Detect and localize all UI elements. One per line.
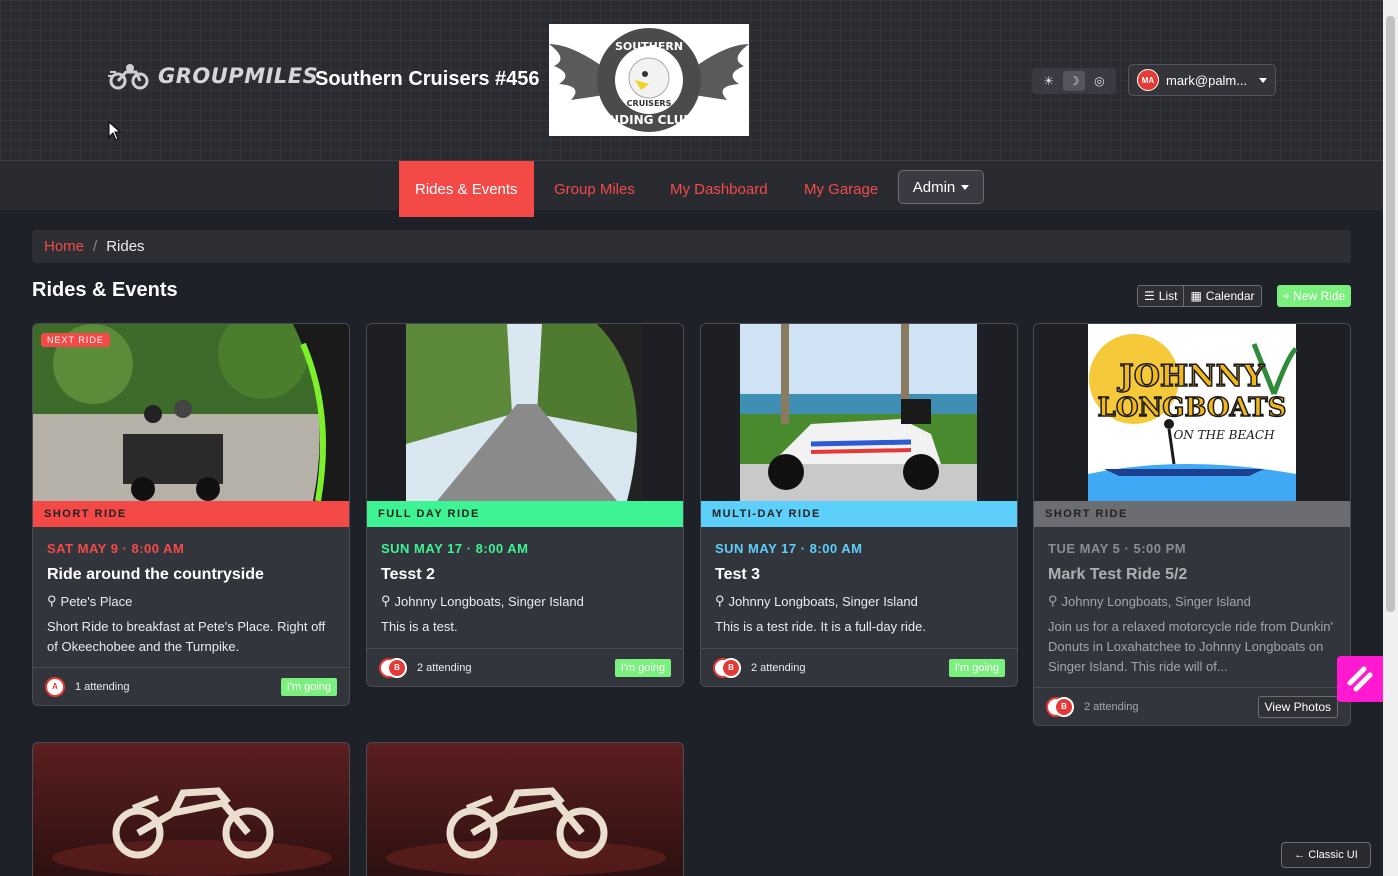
ride-date: SUN MAY 17 · 8:00 AM <box>715 541 863 556</box>
svg-text:CRUISERS: CRUISERS <box>627 99 672 108</box>
breadcrumb-current: Rides <box>106 238 145 255</box>
groupmiles-logo[interactable]: GROUPMILES <box>108 62 318 90</box>
attendee-avatar: B <box>721 657 741 678</box>
ride-date: SAT MAY 9 · 8:00 AM <box>47 541 185 556</box>
chat-widget-icon <box>1347 666 1373 692</box>
admin-dropdown[interactable]: Admin <box>898 170 984 204</box>
classic-ui-button[interactable]: ← Classic UI <box>1281 842 1371 868</box>
nav-my-dashboard[interactable]: My Dashboard <box>670 161 768 217</box>
motorcycle-placeholder-icon <box>386 787 666 876</box>
scrollbar[interactable] <box>1383 0 1398 876</box>
ride-card-placeholder[interactable] <box>366 742 684 876</box>
ride-card[interactable]: FULL DAY RIDE SUN MAY 17 · 8:00 AM Tesst… <box>366 323 684 687</box>
nav-rides-events[interactable]: Rides & Events <box>399 161 534 217</box>
view-switcher: ☰ List ▦ Calendar <box>1137 285 1262 307</box>
scrollbar-thumb[interactable] <box>1386 16 1395 612</box>
ride-title[interactable]: Test 3 <box>715 566 1003 584</box>
ride-date: SUN MAY 17 · 8:00 AM <box>381 541 529 556</box>
ride-card[interactable]: JOHNNY LONGBOATS ON THE BEACH SHORT RIDE… <box>1033 323 1351 726</box>
im-going-button[interactable]: I'm going <box>614 658 671 677</box>
user-email: mark@palm... <box>1166 72 1248 88</box>
ride-photo <box>701 324 1017 501</box>
ride-type-strip: MULTI-DAY RIDE <box>701 501 1017 527</box>
ride-type-strip: SHORT RIDE <box>33 501 349 527</box>
breadcrumb-home[interactable]: Home <box>44 238 84 255</box>
ride-location: Pete's Place <box>60 593 133 609</box>
admin-label: Admin <box>912 178 956 196</box>
breadcrumb: Home / Rides <box>32 230 1351 263</box>
calendar-view-label: Calendar <box>1205 289 1255 303</box>
ride-card-placeholder[interactable] <box>32 742 350 876</box>
ride-card[interactable]: MULTI-DAY RIDE SUN MAY 17 · 8:00 AM Test… <box>700 323 1018 687</box>
map-pin-icon: ⚲ <box>381 593 391 608</box>
theme-switcher[interactable]: ☀ ☽ ◎ <box>1032 68 1116 94</box>
ride-title[interactable]: Ride around the countryside <box>47 566 335 584</box>
attendee-avatar: B <box>387 657 407 678</box>
ride-title[interactable]: Tesst 2 <box>381 566 669 584</box>
attending-count: 1 attending <box>75 680 130 693</box>
list-view-button[interactable]: ☰ List <box>1138 286 1184 306</box>
ride-title[interactable]: Mark Test Ride 5/2 <box>1048 566 1336 584</box>
svg-text:RIDING CLUB: RIDING CLUB <box>605 113 692 127</box>
auto-icon[interactable]: ◎ <box>1088 71 1110 91</box>
map-pin-icon: ⚲ <box>47 593 57 608</box>
attending-count: 2 attending <box>1084 700 1139 713</box>
nav-my-garage[interactable]: My Garage <box>804 161 878 217</box>
club-name: Southern Cruisers #456 <box>315 68 540 90</box>
motorcycle-logo-icon <box>108 64 149 90</box>
brand-name: GROUPMILES <box>158 64 319 88</box>
moon-icon[interactable]: ☽ <box>1062 71 1085 91</box>
site-header: GROUPMILES Southern Cruisers #456 SOUTHE… <box>0 0 1383 160</box>
ride-location: Johnny Longboats, Singer Island <box>394 593 584 609</box>
ride-type-strip: FULL DAY RIDE <box>367 501 683 527</box>
map-pin-icon: ⚲ <box>715 593 725 608</box>
ride-card[interactable]: NEXT RIDE SHORT RIDE SAT MAY 9 · 8:00 AM… <box>32 323 350 706</box>
logo-text-line1: JOHNNY <box>1117 359 1266 394</box>
mouse-cursor-icon <box>108 121 122 141</box>
logo-text-line2: LONGBOATS <box>1098 393 1287 423</box>
club-logo: SOUTHERN RIDING CLUB CRUISERS <box>549 24 749 136</box>
ride-description: This is a test. <box>381 619 458 634</box>
attending-count: 2 attending <box>417 661 472 674</box>
im-going-button[interactable]: I'm going <box>280 677 337 696</box>
nav-group-miles[interactable]: Group Miles <box>554 161 635 217</box>
ride-photo: JOHNNY LONGBOATS ON THE BEACH <box>1034 324 1350 501</box>
ride-type-strip: SHORT RIDE <box>1034 501 1350 527</box>
logo-text-line3: ON THE BEACH <box>1173 428 1275 442</box>
ride-location: Johnny Longboats, Singer Island <box>1061 593 1251 609</box>
user-menu[interactable]: MA mark@palm... <box>1128 64 1276 96</box>
chevron-down-icon <box>961 184 970 190</box>
page-title: Rides & Events <box>32 279 178 301</box>
ride-photo: NEXT RIDE <box>33 324 349 501</box>
calendar-view-button[interactable]: ▦ Calendar <box>1183 286 1261 306</box>
next-ride-badge: NEXT RIDE <box>41 333 110 347</box>
list-view-label: List <box>1158 289 1178 303</box>
view-photos-button[interactable]: View Photos <box>1257 695 1338 718</box>
ride-description: Join us for a relaxed motorcycle ride fr… <box>1048 619 1333 674</box>
map-pin-icon: ⚲ <box>1048 593 1058 608</box>
attending-count: 2 attending <box>751 661 806 674</box>
im-going-button[interactable]: I'm going <box>948 658 1005 677</box>
sun-icon[interactable]: ☀ <box>1038 71 1060 91</box>
ride-description: This is a test ride. It is a full-day ri… <box>715 619 926 634</box>
svg-text:SOUTHERN: SOUTHERN <box>615 40 683 53</box>
main-nav: Rides & Events Group Miles My Dashboard … <box>0 160 1383 217</box>
ride-photo <box>367 324 683 501</box>
motorcycle-placeholder-icon <box>52 787 332 876</box>
attendee-avatar: B <box>1054 696 1074 717</box>
list-icon: ☰ <box>1144 289 1155 303</box>
chevron-down-icon <box>1259 77 1267 83</box>
ride-date: TUE MAY 5 · 5:00 PM <box>1048 541 1187 556</box>
user-avatar: MA <box>1137 69 1159 91</box>
ride-location: Johnny Longboats, Singer Island <box>728 593 918 609</box>
breadcrumb-separator: / <box>93 238 98 255</box>
chat-widget-button[interactable] <box>1337 656 1383 702</box>
calendar-icon: ▦ <box>1190 289 1202 303</box>
new-ride-button[interactable]: + New Ride <box>1277 285 1351 307</box>
ride-description: Short Ride to breakfast at Pete's Place.… <box>47 619 326 654</box>
attendee-avatar: A <box>45 676 65 697</box>
